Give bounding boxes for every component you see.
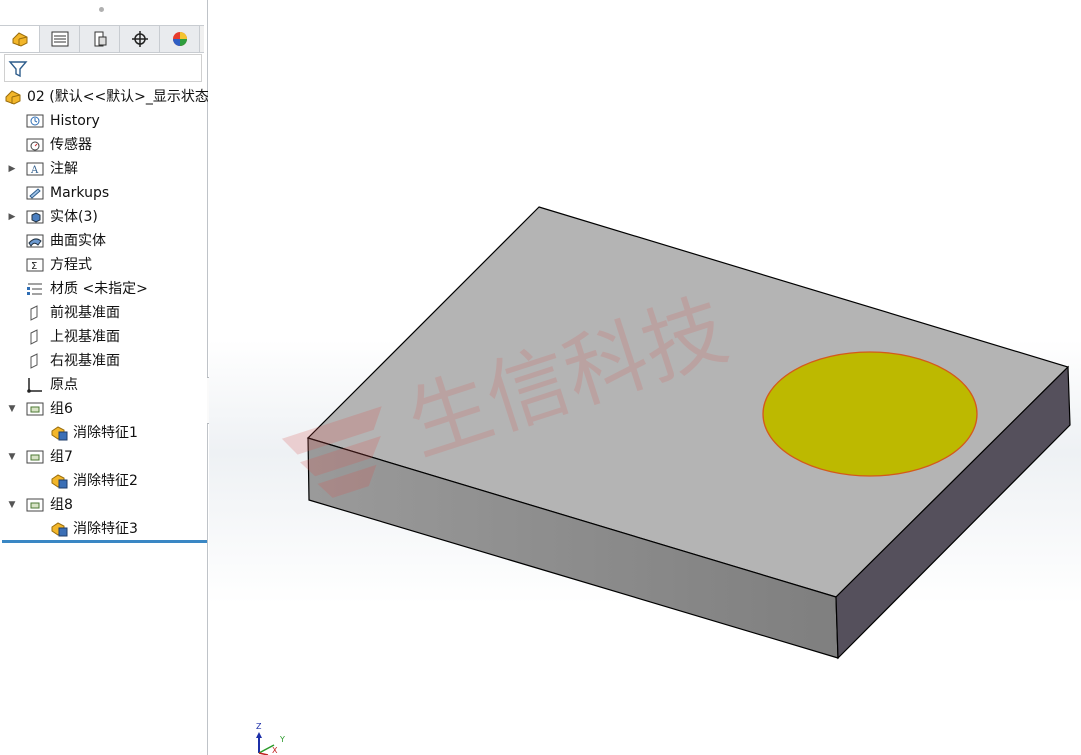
tree-item-top-plane[interactable]: 上视基准面 (0, 325, 208, 349)
tree-item-front-plane[interactable]: 前视基准面 (0, 301, 208, 325)
graphics-viewport[interactable]: 生信科技 (209, 0, 1081, 755)
tree-item-equations[interactable]: Σ 方程式 (0, 253, 208, 277)
svg-text:Σ: Σ (31, 261, 37, 272)
feature-manager-icon (12, 32, 27, 47)
collapse-arrow-icon[interactable]: ▼ (7, 493, 17, 517)
rollback-bar[interactable] (2, 540, 207, 543)
tree-root-label: 02 (默认<<默认>_显示状态 (27, 89, 208, 105)
tree-feature-delete-2[interactable]: 消除特征2 (0, 469, 208, 493)
tree-item-label: 注解 (50, 161, 78, 177)
tree-item-annotations[interactable]: ▶ A 注解 (0, 157, 208, 181)
tree-item-surface-bodies[interactable]: 曲面实体 (0, 229, 208, 253)
filter-icon[interactable] (8, 59, 28, 79)
tree-item-label: History (50, 113, 100, 129)
folder-icon (26, 450, 44, 464)
expand-arrow-icon[interactable]: ▶ (7, 205, 17, 229)
tree-group-label: 组7 (50, 449, 73, 465)
tree-item-right-plane[interactable]: 右视基准面 (0, 349, 208, 373)
tree-feature-delete-3[interactable]: 消除特征3 (0, 517, 208, 541)
tree-group-6[interactable]: ▼ 组6 (0, 397, 208, 421)
expand-arrow-icon[interactable]: ▶ (7, 157, 17, 181)
part-icon (5, 90, 21, 105)
surface-bodies-icon (26, 234, 44, 248)
history-icon (26, 114, 44, 128)
view-triad: Z Y X (250, 718, 290, 755)
dimxpert-icon (131, 31, 148, 47)
tab-display-manager[interactable] (160, 26, 200, 52)
tree-group-8[interactable]: ▼ 组8 (0, 493, 208, 517)
tree-item-solid-bodies[interactable]: ▶ 实体(3) (0, 205, 208, 229)
tree-item-label: 上视基准面 (50, 329, 120, 345)
tree-item-label: 曲面实体 (50, 233, 106, 249)
panel-grip[interactable] (99, 7, 104, 12)
tree-item-label: 传感器 (50, 137, 92, 153)
feature-manager-panel: 02 (默认<<默认>_显示状态 History 传感器 ▶ A 注解 Mark… (0, 0, 208, 755)
solid-bodies-icon (26, 210, 44, 224)
folder-icon (26, 498, 44, 512)
tab-dimxpert[interactable] (120, 26, 160, 52)
panel-tab-bar (0, 25, 204, 53)
delete-feature-icon (51, 474, 68, 489)
tree-item-origin[interactable]: 原点 (0, 373, 208, 397)
triad-z-label: Z (256, 722, 262, 731)
collapse-arrow-icon[interactable]: ▼ (7, 445, 17, 469)
tree-item-label: 原点 (50, 377, 78, 393)
display-manager-icon (172, 32, 187, 46)
tree-root-part[interactable]: 02 (默认<<默认>_显示状态 (0, 85, 208, 109)
feature-tree: 02 (默认<<默认>_显示状态 History 传感器 ▶ A 注解 Mark… (0, 85, 208, 541)
tree-item-history[interactable]: History (0, 109, 208, 133)
tree-item-label: 方程式 (50, 257, 92, 273)
tab-feature-manager[interactable] (0, 26, 40, 52)
circular-face[interactable] (762, 351, 978, 477)
tree-item-markups[interactable]: Markups (0, 181, 208, 205)
plane-icon (30, 329, 38, 345)
tree-group-label: 组6 (50, 401, 73, 417)
origin-icon (27, 378, 42, 393)
tree-item-label: 前视基准面 (50, 305, 120, 321)
plane-icon (30, 305, 38, 321)
tree-feature-delete-1[interactable]: 消除特征1 (0, 421, 208, 445)
collapse-arrow-icon[interactable]: ▼ (7, 397, 17, 421)
configuration-manager-icon (94, 31, 106, 47)
annotations-icon: A (26, 162, 44, 176)
tree-item-sensors[interactable]: 传感器 (0, 133, 208, 157)
tab-configuration-manager[interactable] (80, 26, 120, 52)
tree-feature-label: 消除特征2 (73, 473, 138, 489)
svg-text:A: A (30, 165, 39, 176)
delete-feature-icon (51, 426, 68, 441)
tree-item-label: 实体(3) (50, 209, 98, 225)
folder-icon (26, 402, 44, 416)
tab-property-manager[interactable] (40, 26, 80, 52)
triad-x-label: X (272, 746, 278, 755)
sensors-icon (26, 138, 44, 152)
tree-item-material[interactable]: 材质 <未指定> (0, 277, 208, 301)
plane-icon (30, 353, 38, 369)
tree-group-7[interactable]: ▼ 组7 (0, 445, 208, 469)
tree-filter-bar[interactable] (4, 54, 202, 82)
tree-item-label: 材质 <未指定> (50, 281, 148, 297)
equations-icon: Σ (26, 258, 44, 272)
delete-feature-icon (51, 522, 68, 537)
triad-y-label: Y (280, 735, 285, 744)
material-icon (27, 283, 42, 295)
tree-group-label: 组8 (50, 497, 73, 513)
tree-item-label: 右视基准面 (50, 353, 120, 369)
tree-feature-label: 消除特征1 (73, 425, 138, 441)
markups-icon (26, 186, 44, 200)
tree-feature-label: 消除特征3 (73, 521, 138, 537)
tree-item-label: Markups (50, 185, 110, 201)
property-manager-icon (51, 31, 68, 47)
